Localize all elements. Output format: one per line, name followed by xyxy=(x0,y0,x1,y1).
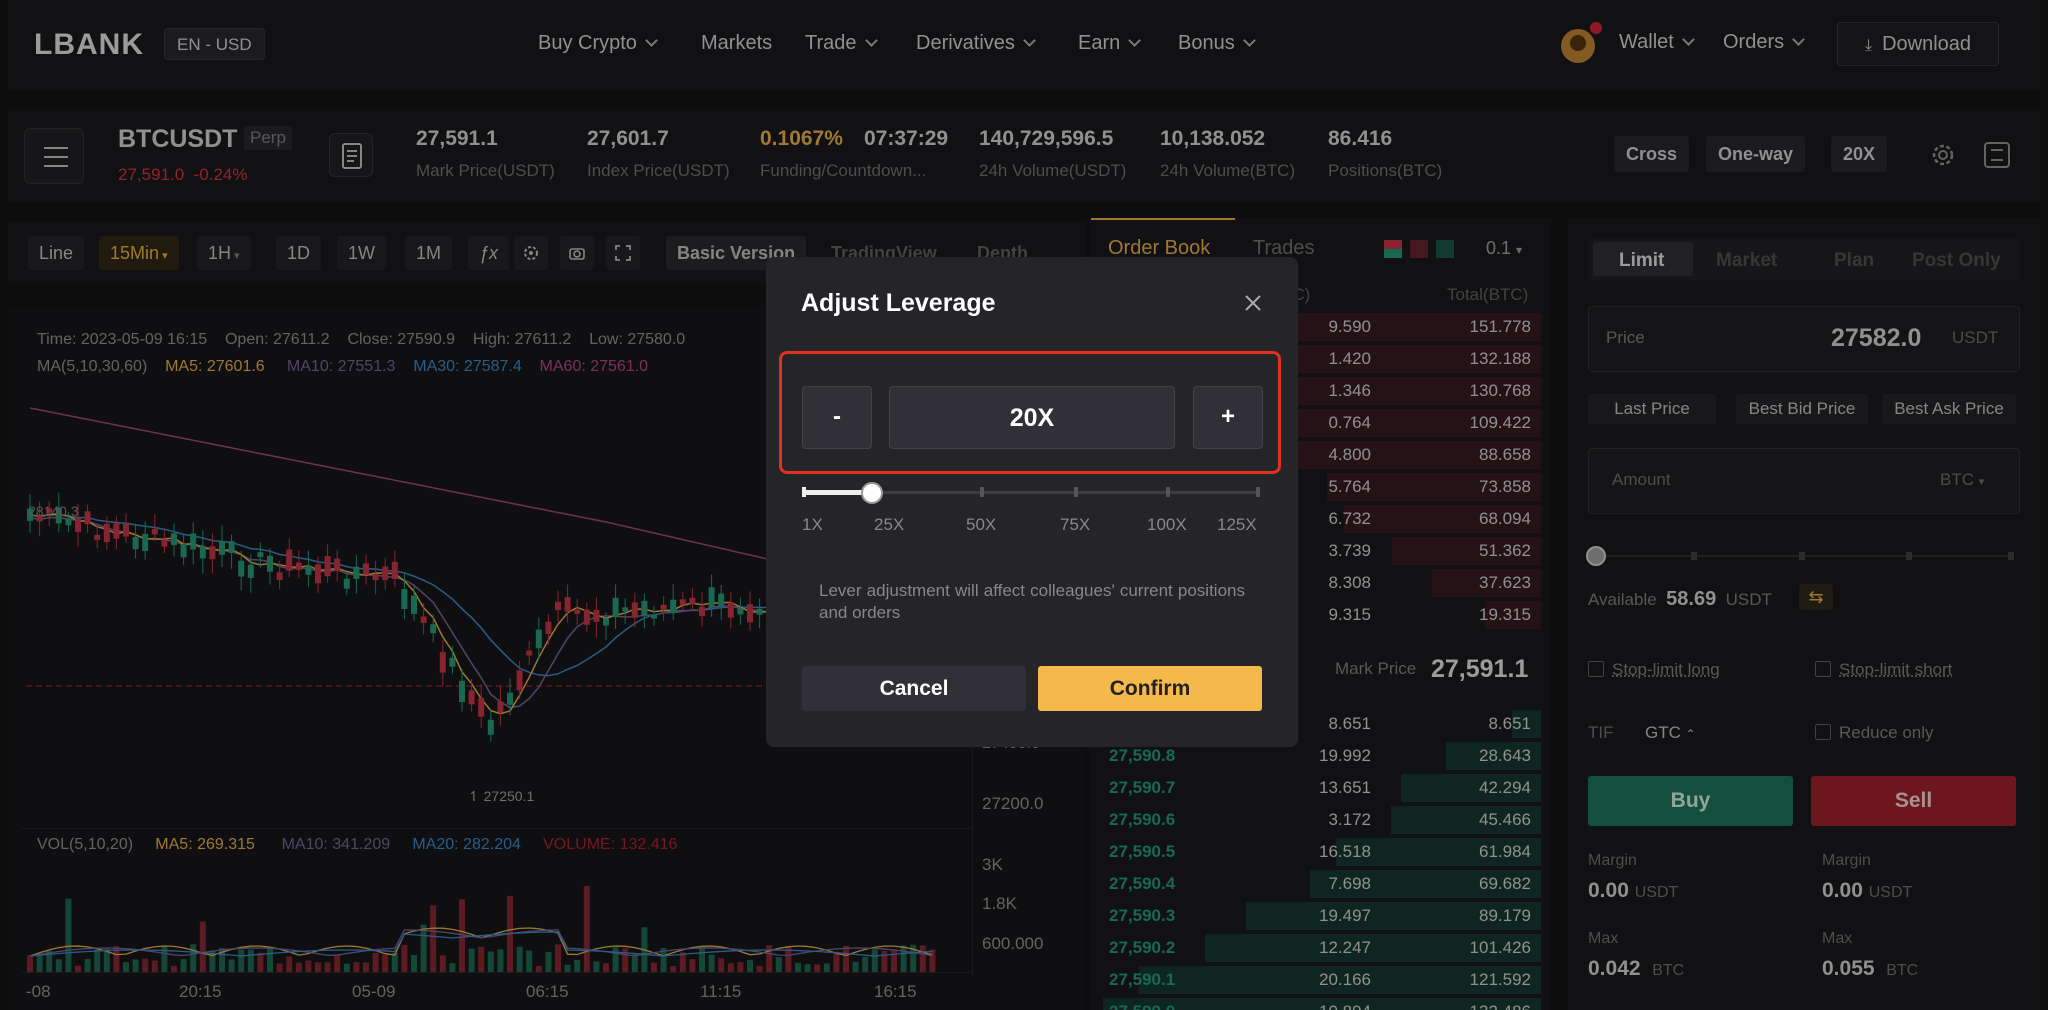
slider-tick xyxy=(980,487,984,497)
slider-tick xyxy=(1074,487,1078,497)
slider-tick xyxy=(1256,487,1260,497)
cancel-button[interactable]: Cancel xyxy=(802,666,1026,711)
mark-1x[interactable]: 1X xyxy=(802,515,823,535)
mark-125x[interactable]: 125X xyxy=(1217,515,1257,535)
trading-page: LBANK EN - USD Buy Crypto Markets Trade … xyxy=(0,0,2048,1010)
mark-75x[interactable]: 75X xyxy=(1060,515,1090,535)
mark-50x[interactable]: 50X xyxy=(966,515,996,535)
slider-tick xyxy=(802,487,806,497)
leverage-note: Lever adjustment will affect colleagues'… xyxy=(819,581,1245,622)
slider-tick xyxy=(1166,487,1170,497)
leverage-input[interactable]: 20X xyxy=(889,386,1175,449)
confirm-button[interactable]: Confirm xyxy=(1038,666,1262,711)
leverage-slider-handle[interactable] xyxy=(861,482,884,504)
increase-button[interactable]: + xyxy=(1193,386,1263,449)
decrease-button[interactable]: - xyxy=(802,386,872,449)
mark-100x[interactable]: 100X xyxy=(1147,515,1187,535)
modal-title: Adjust Leverage xyxy=(801,289,996,317)
mark-25x[interactable]: 25X xyxy=(874,515,904,535)
close-icon[interactable] xyxy=(1241,291,1265,320)
